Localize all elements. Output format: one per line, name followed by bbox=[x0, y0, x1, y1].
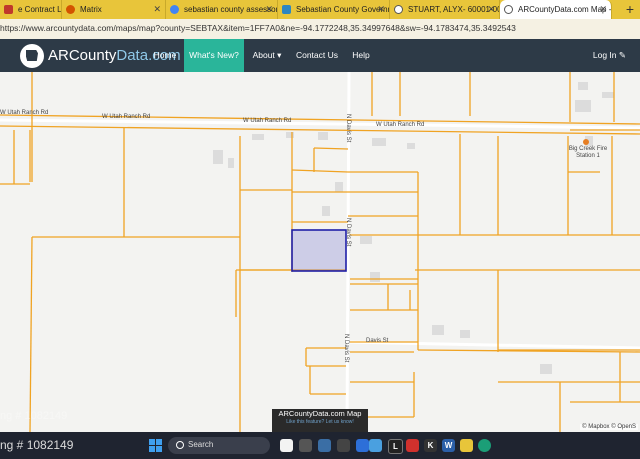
globe-icon bbox=[504, 5, 513, 14]
globe-icon bbox=[394, 5, 403, 14]
road-label: W Utah Ranch Rd bbox=[243, 118, 292, 124]
edge-icon[interactable] bbox=[478, 439, 491, 452]
task-view-icon[interactable] bbox=[299, 439, 312, 452]
parcel-map[interactable]: W Utah Ranch Rd W Utah Ranch Rd W Utah R… bbox=[0, 72, 640, 432]
browser-tab-strip: e Contract Lots A Matrix ✕ sebastian cou… bbox=[0, 0, 640, 19]
search-icon bbox=[176, 441, 184, 449]
logo-accent-text: Data bbox=[116, 47, 149, 64]
tab-favicon-icon bbox=[4, 5, 13, 14]
tab-label: ARCountyData.com Map - bbox=[518, 5, 612, 14]
tab-stuart-alyx[interactable]: STUART, ALYX- 60001-0000 ✕ bbox=[390, 0, 500, 19]
map-attribution[interactable]: © Mapbox © OpenS bbox=[580, 424, 638, 430]
word-icon[interactable]: W bbox=[442, 439, 455, 452]
road-label: N Davis St bbox=[343, 334, 349, 363]
folder-colorful-icon[interactable] bbox=[280, 439, 293, 452]
login-link[interactable]: Log In ✎ bbox=[593, 39, 626, 72]
search-label: Search bbox=[188, 440, 214, 449]
teams-icon[interactable] bbox=[369, 439, 382, 452]
tab-contract-lots[interactable]: e Contract Lots A bbox=[0, 0, 62, 19]
matrix-logo-icon bbox=[66, 5, 75, 14]
tab-label: sebastian county assessor bbox=[184, 5, 278, 14]
map-title: ARCountyData.com Map bbox=[278, 409, 362, 418]
nav-about[interactable]: About ▾ bbox=[246, 39, 288, 72]
outlook-icon[interactable] bbox=[337, 439, 350, 452]
nav-contact-us[interactable]: Contact Us bbox=[292, 39, 342, 72]
tab-label: STUART, ALYX- 60001-0000 bbox=[408, 5, 499, 14]
tab-matrix[interactable]: Matrix ✕ bbox=[62, 0, 166, 19]
tab-label: Matrix bbox=[80, 5, 102, 14]
google-icon bbox=[170, 5, 179, 14]
faded-mls-overlay: ng # 1082149 bbox=[0, 410, 68, 422]
tab-label: Sebastian County Governme bbox=[296, 5, 390, 14]
new-tab-button[interactable]: + bbox=[626, 1, 634, 17]
windows-start-icon[interactable] bbox=[149, 439, 162, 452]
tab-label: e Contract Lots A bbox=[18, 5, 62, 14]
url-text[interactable]: https://www.arcountydata.com/maps/map?co… bbox=[0, 23, 516, 33]
arkansas-state-icon bbox=[20, 43, 44, 68]
tab-google-search[interactable]: sebastian county assessor ✕ bbox=[166, 0, 278, 19]
close-tab-icon[interactable]: ✕ bbox=[153, 4, 161, 15]
mls-number-text: ng # 1082149 bbox=[0, 438, 74, 452]
k-app-icon[interactable]: K bbox=[424, 439, 437, 452]
l-app-icon[interactable]: L bbox=[388, 439, 403, 454]
fire-station-label: Big Creek Fire Station 1 bbox=[568, 146, 608, 159]
close-tab-icon[interactable]: ✕ bbox=[265, 4, 273, 15]
close-tab-icon[interactable]: ✕ bbox=[487, 4, 495, 15]
tab-sebastian-county[interactable]: Sebastian County Governme ✕ bbox=[278, 0, 390, 19]
logo-main-text: ARCounty bbox=[48, 47, 117, 64]
road-label: W Utah Ranch Rd bbox=[0, 110, 49, 116]
windows-taskbar: ng # 1082149 Search L K W bbox=[0, 432, 640, 459]
file-explorer-icon[interactable] bbox=[318, 439, 331, 452]
address-bar[interactable]: https://www.arcountydata.com/maps/map?co… bbox=[0, 19, 640, 40]
road-label: N Davis St bbox=[345, 114, 351, 143]
pencil-icon: ✎ bbox=[618, 50, 626, 60]
map-canvas[interactable] bbox=[0, 72, 640, 432]
selected-parcel[interactable] bbox=[291, 229, 347, 272]
road-label: Davis St bbox=[366, 338, 389, 344]
road-label: N Davis St bbox=[345, 218, 351, 247]
tab-arcountydata-map[interactable]: ARCountyData.com Map - ✕ bbox=[500, 0, 612, 19]
red-app-icon[interactable] bbox=[406, 439, 419, 452]
fire-station-icon[interactable] bbox=[583, 139, 589, 145]
feedback-link[interactable]: Like this feature? Let us know! bbox=[272, 419, 368, 425]
chrome-icon[interactable] bbox=[460, 439, 473, 452]
close-tab-icon[interactable]: ✕ bbox=[599, 4, 607, 15]
road-label: W Utah Ranch Rd bbox=[376, 122, 425, 128]
nav-help[interactable]: Help bbox=[346, 39, 376, 72]
site-navbar: ARCountyData.com Home What's New? About … bbox=[0, 39, 640, 72]
map-title-panel: ARCountyData.com Map Like this feature? … bbox=[272, 409, 368, 432]
close-tab-icon[interactable]: ✕ bbox=[377, 4, 385, 15]
nav-home[interactable]: Home bbox=[147, 39, 183, 72]
road-label: W Utah Ranch Rd bbox=[102, 114, 151, 120]
county-seal-icon bbox=[282, 5, 291, 14]
nav-whats-new[interactable]: What's New? bbox=[184, 39, 244, 72]
calendar-icon[interactable] bbox=[356, 439, 369, 452]
taskbar-search[interactable]: Search bbox=[168, 437, 270, 454]
